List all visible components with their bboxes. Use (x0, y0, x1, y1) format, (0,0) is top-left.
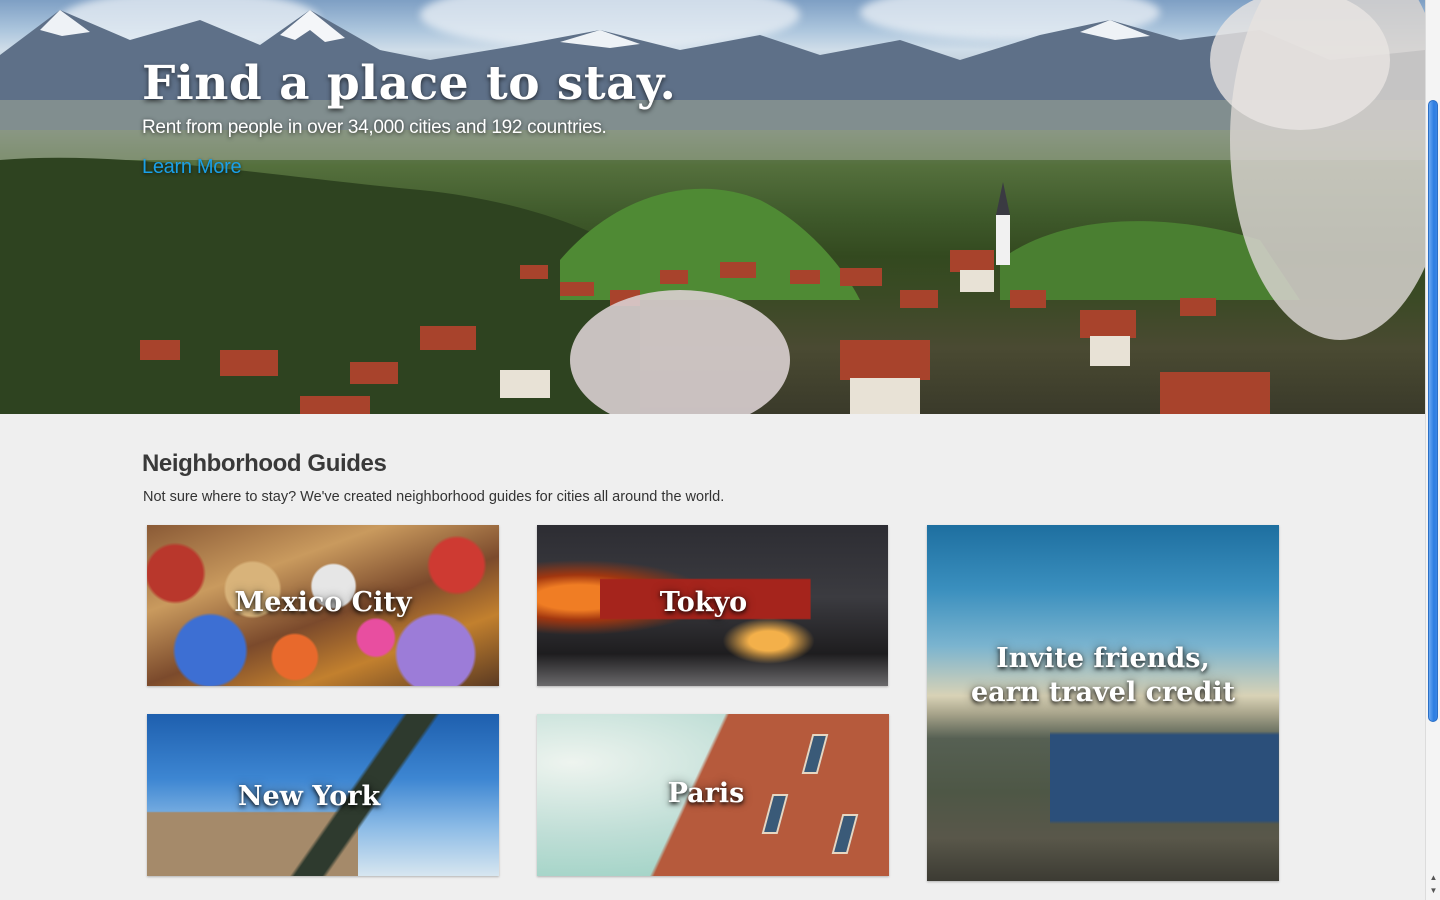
guide-card-new-york[interactable]: New York (147, 714, 499, 876)
invite-friends-card[interactable]: Invite friends, earn travel credit (927, 525, 1279, 881)
learn-more-link[interactable]: Learn More (142, 156, 242, 179)
invite-card-label-line1: Invite friends, (996, 643, 1210, 674)
scroll-down-arrow-icon[interactable]: ▼ (1427, 885, 1440, 897)
window-decoration (831, 814, 859, 854)
section-title-neighborhood-guides: Neighborhood Guides (142, 450, 387, 477)
scrollbar-thumb[interactable] (1428, 100, 1438, 722)
guide-card-label: Mexico City (234, 587, 412, 618)
guide-card-mexico-city[interactable]: Mexico City (147, 525, 499, 686)
guide-card-paris[interactable]: Paris (537, 714, 889, 876)
section-description: Not sure where to stay? We've created ne… (143, 489, 725, 505)
guide-card-label: Tokyo (659, 587, 748, 618)
hero-banner: Find a place to stay. Rent from people i… (0, 0, 1425, 414)
guide-card-tokyo[interactable]: Tokyo (537, 525, 888, 686)
guide-card-label: Paris (667, 778, 745, 809)
invite-card-label-line2: earn travel credit (970, 677, 1236, 708)
hero-title: Find a place to stay. (142, 56, 677, 111)
scroll-up-arrow-icon[interactable]: ▲ (1427, 872, 1440, 884)
vertical-scrollbar[interactable]: ▲ ▼ (1425, 0, 1440, 900)
hero-content: Find a place to stay. Rent from people i… (142, 56, 676, 179)
hero-subtitle: Rent from people in over 34,000 cities a… (142, 117, 607, 138)
window-decoration (801, 734, 829, 774)
guide-card-label: New York (237, 781, 381, 812)
